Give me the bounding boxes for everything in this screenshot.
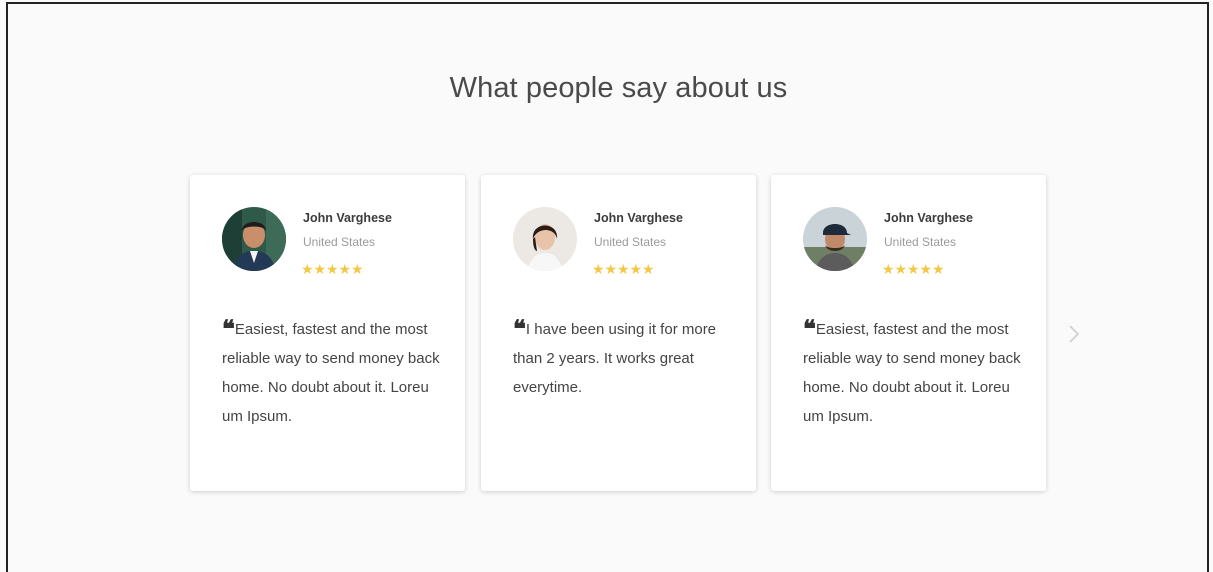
testimonial-card: John Varghese United States ★★★★★ ❝ Easie…	[190, 175, 465, 491]
avatar	[222, 207, 286, 271]
star-icon: ★	[604, 261, 619, 277]
rating-stars: ★★★★★	[301, 261, 364, 278]
star-icon: ★	[338, 261, 353, 277]
testimonial-text-block: ❝ I have been using it for more than 2 ye…	[513, 314, 738, 402]
star-icon: ★	[617, 261, 631, 277]
chevron-right-icon[interactable]	[1067, 322, 1083, 346]
reviewer-country: United States	[303, 235, 376, 249]
star-icon: ★	[592, 261, 606, 277]
star-icon: ★	[326, 261, 340, 277]
testimonial-text: Easiest, fastest and the most reliable w…	[222, 321, 440, 425]
testimonial-text-block: ❝ Easiest, fastest and the most reliable …	[803, 314, 1028, 431]
reviewer-name: John Varghese	[594, 211, 683, 225]
rating-stars: ★★★★★	[592, 261, 655, 278]
quote-icon: ❝	[222, 314, 235, 343]
reviewer-country: United States	[594, 235, 667, 249]
reviewer-name: John Varghese	[303, 211, 392, 225]
quote-icon: ❝	[513, 314, 526, 343]
avatar	[803, 207, 867, 271]
star-icon: ★	[313, 261, 328, 277]
star-icon: ★	[907, 261, 921, 277]
star-icon: ★	[882, 261, 896, 277]
star-icon: ★	[894, 261, 909, 277]
star-icon: ★	[919, 261, 934, 277]
star-icon: ★	[629, 261, 644, 277]
testimonial-card: John Varghese United States ★★★★★ ❝ Easie…	[771, 175, 1046, 491]
star-icon: ★	[301, 261, 315, 277]
section-title: What people say about us	[449, 72, 788, 104]
star-icon: ★	[932, 261, 946, 277]
testimonial-text: I have been using it for more than 2 yea…	[513, 321, 717, 396]
testimonial-text-block: ❝ Easiest, fastest and the most reliable …	[222, 314, 447, 431]
avatar	[513, 207, 577, 271]
star-icon: ★	[642, 261, 656, 277]
reviewer-name: John Varghese	[884, 211, 973, 225]
testimonial-text: Easiest, fastest and the most reliable w…	[803, 321, 1021, 425]
quote-icon: ❝	[803, 314, 816, 343]
reviewer-country: United States	[884, 235, 957, 249]
star-icon: ★	[351, 261, 365, 277]
rating-stars: ★★★★★	[882, 261, 945, 278]
testimonial-card: John Varghese United States ★★★★★ ❝ I hav…	[481, 175, 756, 491]
